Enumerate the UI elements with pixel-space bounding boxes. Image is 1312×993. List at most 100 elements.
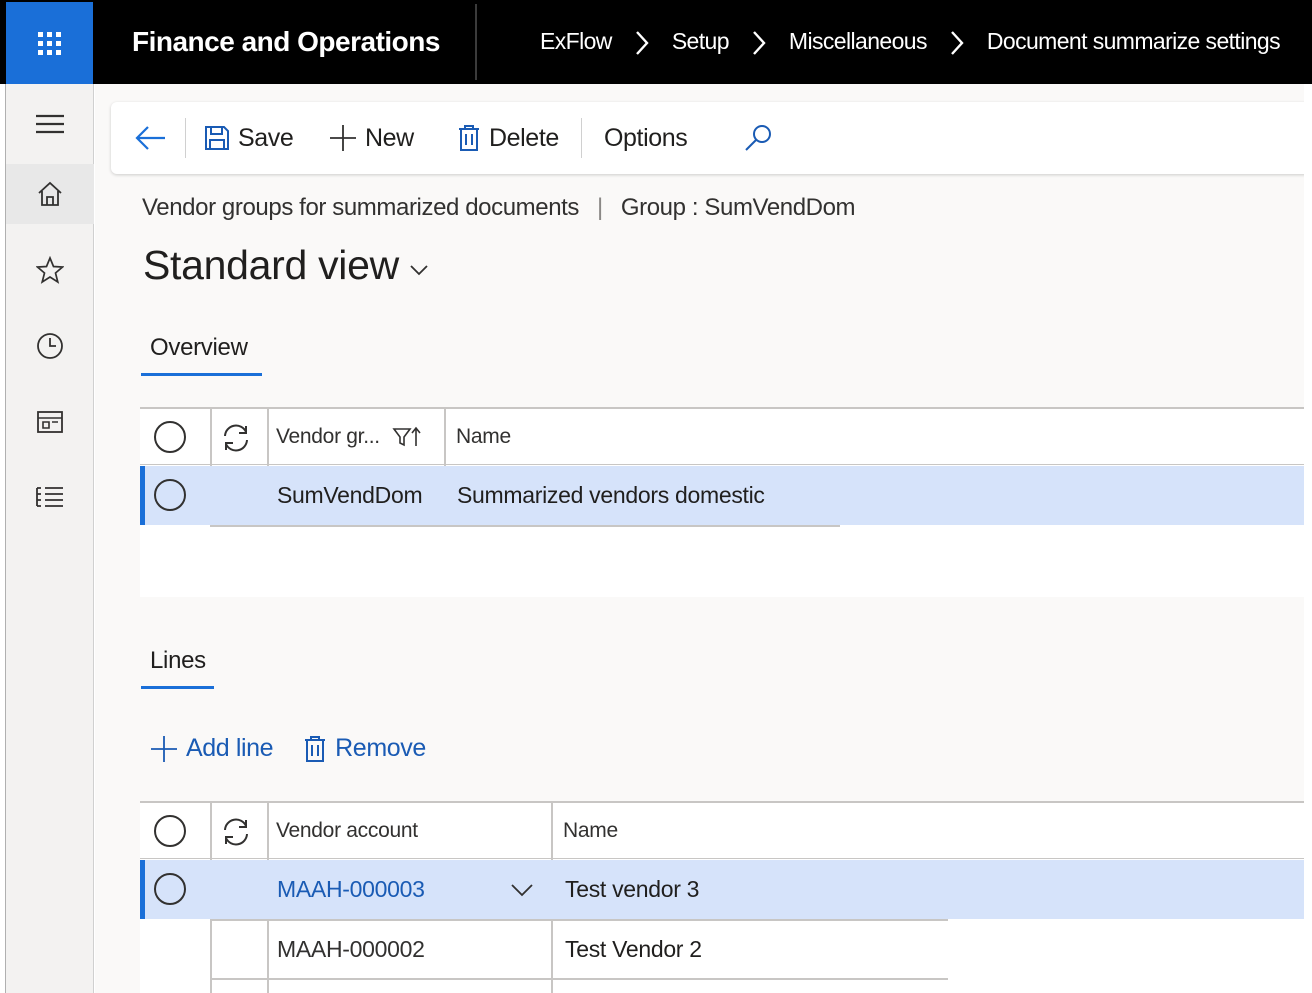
trash-icon (459, 125, 479, 151)
vendor-account-link[interactable]: MAAH-000003 (277, 860, 425, 919)
plus-icon (151, 735, 177, 762)
topbar-divider (475, 4, 477, 80)
vendor-account-dropdown[interactable] (510, 860, 534, 919)
table-row[interactable]: MAAH-000002 Test Vendor 2 (140, 921, 1312, 978)
search-icon (745, 125, 771, 151)
name-cell[interactable]: Test vendor 3 (565, 860, 699, 919)
name-cell[interactable]: Summarized vendors domestic (457, 466, 765, 525)
nav-recent[interactable] (6, 316, 94, 376)
plus-icon (330, 125, 356, 151)
refresh-button[interactable] (220, 817, 252, 847)
refresh-icon (224, 818, 248, 846)
table-row[interactable]: MAAH-000003 Test vendor 3 (140, 860, 1312, 919)
save-icon (205, 126, 229, 150)
breadcrumb: ExFlow Setup Miscellaneous Document summ… (540, 28, 1281, 56)
overview-grid: Vendor gr... Name SumVendDom Summarized … (140, 407, 1312, 597)
nav-home[interactable] (6, 164, 94, 224)
search-button[interactable] (743, 102, 781, 174)
expand-nav-button[interactable] (6, 94, 94, 154)
vendor-account-cell[interactable]: MAAH-000002 (277, 921, 425, 978)
hamburger-icon (36, 114, 64, 134)
refresh-icon (224, 424, 248, 452)
tab-overview[interactable]: Overview (150, 334, 248, 362)
column-header-vendor-group[interactable]: Vendor gr... (276, 409, 422, 465)
column-label: Vendor gr... (276, 425, 380, 448)
remove-label: Remove (335, 734, 426, 762)
row-selected-marker (140, 466, 145, 525)
recent-clock-icon (37, 333, 63, 359)
name-cell[interactable]: Test Vendor 2 (565, 921, 702, 978)
workspaces-icon (37, 411, 63, 433)
row-select-checkbox[interactable] (154, 873, 186, 905)
vendor-group-cell[interactable]: SumVendDom (277, 466, 423, 525)
waffle-icon (38, 31, 61, 55)
app-title[interactable]: Finance and Operations (132, 26, 440, 58)
form-caption: Vendor groups for summarized documents (142, 194, 580, 221)
select-all-checkbox[interactable] (154, 815, 186, 847)
main-content: Save New Delete Options Vendor groups fo… (95, 84, 1312, 993)
table-row[interactable]: SumVendDom Summarized vendors domestic (140, 466, 1312, 525)
lines-toolbar: Add line Remove (150, 734, 456, 763)
breadcrumb-item-setup[interactable]: Setup (672, 28, 730, 55)
caption-separator: | (597, 194, 603, 221)
tab-lines[interactable]: Lines (150, 647, 206, 675)
nav-favorites[interactable] (6, 240, 94, 300)
delete-label: Delete (489, 123, 559, 152)
radio-circle-icon (154, 421, 186, 453)
back-arrow-icon (135, 126, 165, 150)
chevron-right-icon (729, 28, 789, 56)
new-label: New (365, 123, 414, 152)
new-button[interactable]: New (329, 102, 414, 174)
options-button[interactable]: Options (604, 102, 688, 174)
page-caption: Vendor groups for summarized documents | G… (142, 194, 856, 222)
view-selector[interactable]: Standard view (143, 242, 429, 289)
remove-button[interactable]: Remove (303, 734, 426, 763)
add-line-label: Add line (186, 734, 274, 762)
column-label: Vendor account (276, 819, 418, 842)
radio-circle-icon (154, 815, 186, 847)
row-divider (210, 525, 840, 527)
chevron-right-icon (927, 28, 987, 56)
lines-grid-header: Vendor account Name (140, 803, 1312, 859)
save-label: Save (238, 123, 294, 152)
chevron-right-icon (612, 28, 672, 56)
save-button[interactable]: Save (204, 102, 294, 174)
tab-lines-underline (141, 686, 214, 689)
modules-list-icon (36, 487, 63, 507)
row-selected-marker (140, 860, 145, 919)
breadcrumb-item-miscellaneous[interactable]: Miscellaneous (789, 28, 928, 55)
radio-circle-icon (154, 479, 186, 511)
back-button[interactable] (135, 102, 175, 174)
navigation-pane (6, 84, 94, 993)
record-caption: Group : SumVendDom (620, 194, 856, 221)
window-edge (1304, 84, 1312, 993)
nav-modules[interactable] (6, 468, 94, 528)
view-title: Standard view (143, 242, 399, 288)
breadcrumb-item-document-summarize-settings[interactable]: Document summarize settings (987, 28, 1281, 55)
column-header-name[interactable]: Name (456, 409, 511, 465)
breadcrumb-item-exflow[interactable]: ExFlow (540, 28, 612, 55)
home-icon (38, 181, 62, 206)
column-label: Name (456, 425, 511, 448)
delete-button[interactable]: Delete (457, 102, 559, 174)
row-select-checkbox[interactable] (154, 479, 186, 511)
favorites-star-icon (36, 256, 64, 284)
chevron-down-icon (511, 883, 533, 896)
refresh-button[interactable] (220, 423, 252, 453)
lines-grid: Vendor account Name MAAH-000003 Test ven… (140, 801, 1312, 993)
select-all-checkbox[interactable] (154, 421, 186, 453)
add-line-button[interactable]: Add line (150, 734, 274, 763)
column-header-vendor-account[interactable]: Vendor account (276, 803, 418, 859)
column-label: Name (563, 819, 618, 842)
chevron-down-icon (410, 264, 428, 275)
row-divider (210, 978, 948, 980)
toolbar-divider (185, 118, 186, 158)
app-launcher-button[interactable] (6, 2, 93, 84)
options-label: Options (604, 123, 688, 152)
overview-grid-header: Vendor gr... Name (140, 409, 1312, 465)
column-header-name[interactable]: Name (563, 803, 618, 859)
filter-sort-icon (392, 426, 421, 447)
toolbar-divider (581, 118, 582, 158)
top-bar: Finance and Operations ExFlow Setup Misc… (0, 0, 1312, 84)
nav-workspaces[interactable] (6, 392, 94, 452)
